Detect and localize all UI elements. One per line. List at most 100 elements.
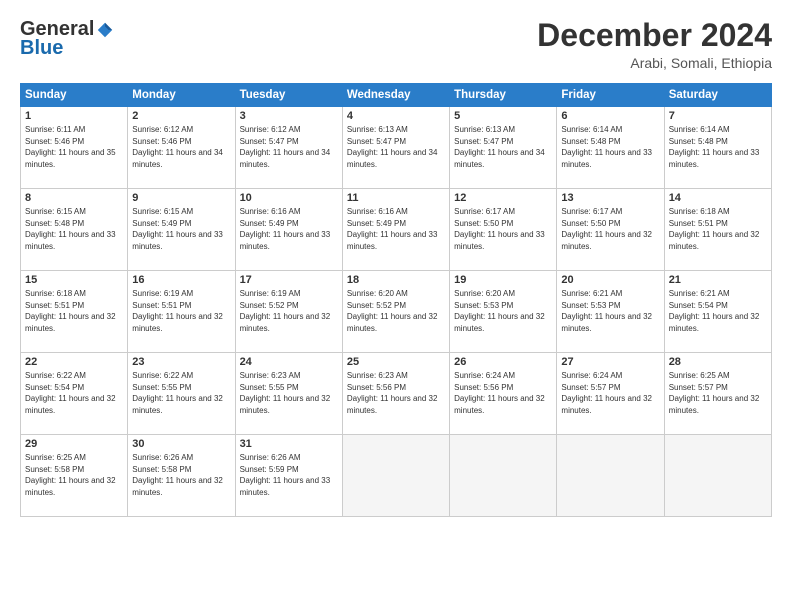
page: General Blue December 2024 Arabi, Somali… xyxy=(0,0,792,527)
day-info: Sunrise: 6:25 AMSunset: 5:57 PMDaylight:… xyxy=(669,370,767,416)
day-info: Sunrise: 6:16 AMSunset: 5:49 PMDaylight:… xyxy=(240,206,338,252)
day-info: Sunrise: 6:21 AMSunset: 5:53 PMDaylight:… xyxy=(561,288,659,334)
logo: General Blue xyxy=(20,18,114,60)
day-info: Sunrise: 6:19 AMSunset: 5:52 PMDaylight:… xyxy=(240,288,338,334)
day-info: Sunrise: 6:23 AMSunset: 5:56 PMDaylight:… xyxy=(347,370,445,416)
calendar-cell: 6Sunrise: 6:14 AMSunset: 5:48 PMDaylight… xyxy=(557,107,664,189)
calendar-cell: 16Sunrise: 6:19 AMSunset: 5:51 PMDayligh… xyxy=(128,271,235,353)
calendar-cell: 28Sunrise: 6:25 AMSunset: 5:57 PMDayligh… xyxy=(664,353,771,435)
calendar-cell: 4 Sunrise: 6:13 AMSunset: 5:47 PMDaylight… xyxy=(342,107,449,189)
title-block: December 2024 Arabi, Somali, Ethiopia xyxy=(537,18,772,71)
day-number: 26 xyxy=(454,356,552,368)
subtitle: Arabi, Somali, Ethiopia xyxy=(537,55,772,71)
day-number: 25 xyxy=(347,356,445,368)
day-number: 20 xyxy=(561,274,659,286)
day-number: 24 xyxy=(240,356,338,368)
day-info: Sunrise: 6:18 AMSunset: 5:51 PMDaylight:… xyxy=(669,206,767,252)
calendar-cell: 27Sunrise: 6:24 AMSunset: 5:57 PMDayligh… xyxy=(557,353,664,435)
day-info: Sunrise: 6:12 AMSunset: 5:47 PMDaylight:… xyxy=(240,124,338,170)
day-info: Sunrise: 6:24 AMSunset: 5:56 PMDaylight:… xyxy=(454,370,552,416)
calendar-cell: 1 Sunrise: 6:11 AMSunset: 5:46 PMDaylight… xyxy=(21,107,128,189)
day-number: 3 xyxy=(240,110,338,122)
day-number: 18 xyxy=(347,274,445,286)
calendar-cell xyxy=(557,435,664,517)
calendar-cell: 7Sunrise: 6:14 AMSunset: 5:48 PMDaylight… xyxy=(664,107,771,189)
col-tuesday: Tuesday xyxy=(235,84,342,107)
day-number: 30 xyxy=(132,438,230,450)
calendar-cell xyxy=(342,435,449,517)
col-sunday: Sunday xyxy=(21,84,128,107)
calendar-cell: 23Sunrise: 6:22 AMSunset: 5:55 PMDayligh… xyxy=(128,353,235,435)
col-thursday: Thursday xyxy=(450,84,557,107)
day-number: 8 xyxy=(25,192,123,204)
week-row-2: 15 Sunrise: 6:18 AMSunset: 5:51 PMDayligh… xyxy=(21,271,772,353)
calendar-cell: 18 Sunrise: 6:20 AMSunset: 5:52 PMDayligh… xyxy=(342,271,449,353)
calendar-cell: 22 Sunrise: 6:22 AMSunset: 5:54 PMDayligh… xyxy=(21,353,128,435)
calendar-cell: 31 Sunrise: 6:26 AMSunset: 5:59 PMDayligh… xyxy=(235,435,342,517)
day-info: Sunrise: 6:22 AMSunset: 5:54 PMDaylight:… xyxy=(25,370,123,416)
day-number: 15 xyxy=(25,274,123,286)
logo-blue: Blue xyxy=(20,37,63,60)
day-info: Sunrise: 6:23 AMSunset: 5:55 PMDaylight:… xyxy=(240,370,338,416)
calendar-cell: 26 Sunrise: 6:24 AMSunset: 5:56 PMDayligh… xyxy=(450,353,557,435)
day-number: 11 xyxy=(347,192,445,204)
day-number: 31 xyxy=(240,438,338,450)
calendar-cell: 17 Sunrise: 6:19 AMSunset: 5:52 PMDayligh… xyxy=(235,271,342,353)
day-info: Sunrise: 6:13 AMSunset: 5:47 PMDaylight:… xyxy=(454,124,552,170)
week-row-4: 29Sunrise: 6:25 AMSunset: 5:58 PMDayligh… xyxy=(21,435,772,517)
calendar-cell: 19Sunrise: 6:20 AMSunset: 5:53 PMDayligh… xyxy=(450,271,557,353)
day-number: 4 xyxy=(347,110,445,122)
day-info: Sunrise: 6:26 AMSunset: 5:58 PMDaylight:… xyxy=(132,452,230,498)
day-number: 10 xyxy=(240,192,338,204)
calendar-cell: 25 Sunrise: 6:23 AMSunset: 5:56 PMDayligh… xyxy=(342,353,449,435)
day-info: Sunrise: 6:24 AMSunset: 5:57 PMDaylight:… xyxy=(561,370,659,416)
header-row: Sunday Monday Tuesday Wednesday Thursday… xyxy=(21,84,772,107)
day-number: 22 xyxy=(25,356,123,368)
day-number: 17 xyxy=(240,274,338,286)
day-number: 6 xyxy=(561,110,659,122)
day-number: 19 xyxy=(454,274,552,286)
week-row-0: 1 Sunrise: 6:11 AMSunset: 5:46 PMDaylight… xyxy=(21,107,772,189)
day-info: Sunrise: 6:16 AMSunset: 5:49 PMDaylight:… xyxy=(347,206,445,252)
col-wednesday: Wednesday xyxy=(342,84,449,107)
day-number: 7 xyxy=(669,110,767,122)
col-saturday: Saturday xyxy=(664,84,771,107)
day-number: 21 xyxy=(669,274,767,286)
day-info: Sunrise: 6:13 AMSunset: 5:47 PMDaylight:… xyxy=(347,124,445,170)
calendar-cell xyxy=(450,435,557,517)
calendar-cell: 21 Sunrise: 6:21 AMSunset: 5:54 PMDayligh… xyxy=(664,271,771,353)
calendar-cell: 15 Sunrise: 6:18 AMSunset: 5:51 PMDayligh… xyxy=(21,271,128,353)
day-number: 13 xyxy=(561,192,659,204)
header: General Blue December 2024 Arabi, Somali… xyxy=(20,18,772,71)
day-info: Sunrise: 6:22 AMSunset: 5:55 PMDaylight:… xyxy=(132,370,230,416)
day-info: Sunrise: 6:15 AMSunset: 5:48 PMDaylight:… xyxy=(25,206,123,252)
calendar-cell xyxy=(664,435,771,517)
col-monday: Monday xyxy=(128,84,235,107)
calendar-table: Sunday Monday Tuesday Wednesday Thursday… xyxy=(20,83,772,517)
calendar-cell: 29Sunrise: 6:25 AMSunset: 5:58 PMDayligh… xyxy=(21,435,128,517)
day-number: 16 xyxy=(132,274,230,286)
calendar-cell: 20 Sunrise: 6:21 AMSunset: 5:53 PMDayligh… xyxy=(557,271,664,353)
calendar-cell: 30 Sunrise: 6:26 AMSunset: 5:58 PMDayligh… xyxy=(128,435,235,517)
day-info: Sunrise: 6:18 AMSunset: 5:51 PMDaylight:… xyxy=(25,288,123,334)
day-number: 29 xyxy=(25,438,123,450)
calendar-cell: 5Sunrise: 6:13 AMSunset: 5:47 PMDaylight… xyxy=(450,107,557,189)
day-info: Sunrise: 6:17 AMSunset: 5:50 PMDaylight:… xyxy=(454,206,552,252)
calendar-cell: 14 Sunrise: 6:18 AMSunset: 5:51 PMDayligh… xyxy=(664,189,771,271)
day-info: Sunrise: 6:20 AMSunset: 5:52 PMDaylight:… xyxy=(347,288,445,334)
calendar-cell: 9Sunrise: 6:15 AMSunset: 5:49 PMDaylight… xyxy=(128,189,235,271)
calendar-cell: 12Sunrise: 6:17 AMSunset: 5:50 PMDayligh… xyxy=(450,189,557,271)
day-number: 1 xyxy=(25,110,123,122)
calendar-cell: 8 Sunrise: 6:15 AMSunset: 5:48 PMDaylight… xyxy=(21,189,128,271)
day-info: Sunrise: 6:26 AMSunset: 5:59 PMDaylight:… xyxy=(240,452,338,498)
calendar-cell: 3 Sunrise: 6:12 AMSunset: 5:47 PMDaylight… xyxy=(235,107,342,189)
col-friday: Friday xyxy=(557,84,664,107)
week-row-3: 22 Sunrise: 6:22 AMSunset: 5:54 PMDayligh… xyxy=(21,353,772,435)
logo-icon xyxy=(96,21,114,39)
week-row-1: 8 Sunrise: 6:15 AMSunset: 5:48 PMDaylight… xyxy=(21,189,772,271)
day-info: Sunrise: 6:11 AMSunset: 5:46 PMDaylight:… xyxy=(25,124,123,170)
day-info: Sunrise: 6:21 AMSunset: 5:54 PMDaylight:… xyxy=(669,288,767,334)
day-number: 9 xyxy=(132,192,230,204)
day-number: 14 xyxy=(669,192,767,204)
day-info: Sunrise: 6:17 AMSunset: 5:50 PMDaylight:… xyxy=(561,206,659,252)
